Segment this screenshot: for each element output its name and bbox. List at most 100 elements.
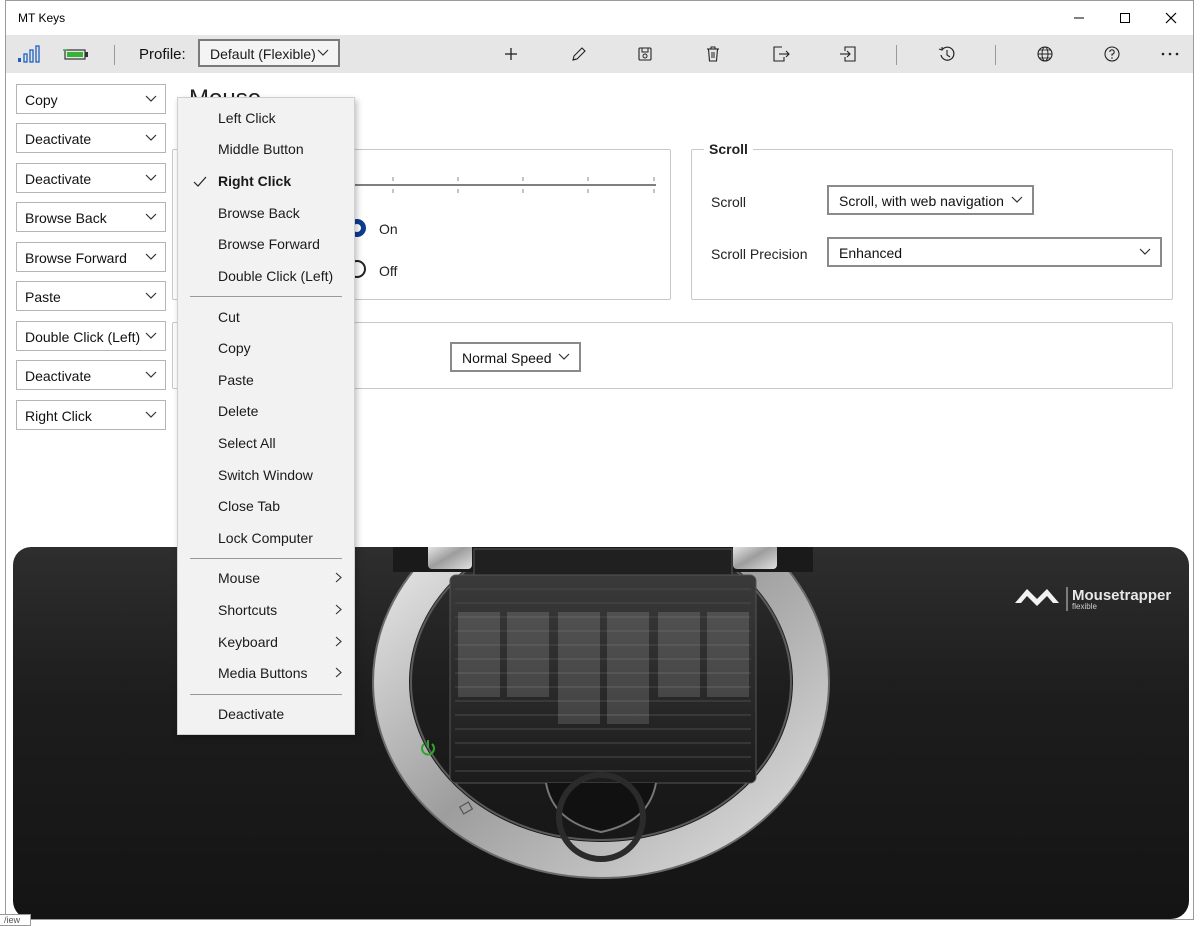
menu-item-keyboard-submenu[interactable]: Keyboard xyxy=(178,627,354,657)
speed-value: Normal Speed xyxy=(462,350,552,366)
button-5-value: Browse Forward xyxy=(25,250,127,266)
menu-item-label: Switch Window xyxy=(218,467,313,483)
menu-item-label: Cut xyxy=(218,309,240,325)
globe-icon xyxy=(1037,46,1053,62)
button-1-value: Copy xyxy=(25,92,58,108)
minimize-button[interactable] xyxy=(1056,1,1102,35)
menu-item-label: Keyboard xyxy=(218,634,278,650)
scroll-precision-dropdown[interactable]: Enhanced xyxy=(827,237,1162,267)
menu-item-close-tab[interactable]: Close Tab xyxy=(178,491,354,521)
menu-item-switch-window[interactable]: Switch Window xyxy=(178,460,354,490)
radio-off-label: Off xyxy=(379,263,398,279)
menu-item-cut[interactable]: Cut xyxy=(178,302,354,332)
language-button[interactable] xyxy=(1028,35,1062,73)
menu-item-delete[interactable]: Delete xyxy=(178,396,354,426)
button-6-dropdown[interactable]: Paste xyxy=(16,281,166,311)
chevron-down-icon xyxy=(145,411,157,418)
maximize-button[interactable] xyxy=(1102,1,1148,35)
menu-item-double-click-left[interactable]: Double Click (Left) xyxy=(178,261,354,291)
add-icon xyxy=(505,48,517,60)
chevron-right-icon xyxy=(335,572,342,583)
menu-item-label: Close Tab xyxy=(218,498,281,514)
menu-item-browse-forward[interactable]: Browse Forward xyxy=(178,229,354,259)
button-9-value: Right Click xyxy=(25,408,92,424)
menu-item-deactivate[interactable]: Deactivate xyxy=(178,699,354,729)
chevron-down-icon xyxy=(145,253,157,260)
menu-item-mouse-submenu[interactable]: Mouse xyxy=(178,563,354,593)
menu-item-label: Copy xyxy=(218,340,251,356)
menu-item-label: Delete xyxy=(218,403,259,419)
button-7-dropdown[interactable]: Double Click (Left) xyxy=(16,321,166,351)
button-8-dropdown[interactable]: Deactivate xyxy=(16,360,166,390)
battery-icon xyxy=(63,49,88,60)
button-3-dropdown[interactable]: Deactivate xyxy=(16,163,166,193)
scroll-mode-value: Scroll, with web navigation xyxy=(839,193,1004,209)
button-4-dropdown[interactable]: Browse Back xyxy=(16,202,166,232)
button-5-dropdown[interactable]: Browse Forward xyxy=(16,242,166,272)
add-profile-button[interactable] xyxy=(494,35,528,73)
pointer-speed-slider[interactable] xyxy=(346,173,666,197)
history-button[interactable] xyxy=(930,35,964,73)
menu-item-lock-computer[interactable]: Lock Computer xyxy=(178,523,354,553)
menu-item-media-buttons-submenu[interactable]: Media Buttons xyxy=(178,658,354,688)
action-context-menu: Left Click Middle Button Right Click Bro… xyxy=(177,97,355,735)
history-icon xyxy=(938,46,955,61)
menu-item-browse-back[interactable]: Browse Back xyxy=(178,198,354,228)
button-7-value: Double Click (Left) xyxy=(25,329,141,345)
menu-item-shortcuts-submenu[interactable]: Shortcuts xyxy=(178,595,354,625)
chevron-down-icon xyxy=(317,49,329,56)
button-9-dropdown[interactable]: Right Click xyxy=(16,400,166,430)
chevron-down-icon xyxy=(145,371,157,378)
window-title: MT Keys xyxy=(18,11,66,25)
more-options-button[interactable] xyxy=(1153,35,1187,73)
button-3-value: Deactivate xyxy=(25,171,92,187)
toolbar: Profile: Default (Flexible) xyxy=(6,35,1193,73)
chevron-down-icon xyxy=(145,134,157,141)
signal-icon xyxy=(18,45,40,63)
menu-separator xyxy=(190,296,342,297)
close-icon xyxy=(1165,12,1177,24)
menu-item-label: Lock Computer xyxy=(218,530,313,546)
more-icon xyxy=(1161,52,1179,56)
save-profile-button[interactable] xyxy=(628,35,662,73)
brand-subtitle: flexible xyxy=(1072,602,1097,611)
toolbar-separator xyxy=(114,45,115,65)
menu-item-copy[interactable]: Copy xyxy=(178,333,354,363)
profile-value: Default (Flexible) xyxy=(210,46,316,62)
toolbar-separator xyxy=(995,45,996,65)
menu-item-label: Mouse xyxy=(218,570,261,586)
scroll-precision-label: Scroll Precision xyxy=(711,246,808,262)
edit-icon xyxy=(572,47,586,61)
profile-dropdown[interactable]: Default (Flexible) xyxy=(198,39,340,67)
menu-item-right-click[interactable]: Right Click xyxy=(178,166,354,196)
import-profile-button[interactable] xyxy=(831,35,865,73)
chevron-down-icon xyxy=(145,174,157,181)
menu-item-label: Select All xyxy=(218,435,276,451)
scroll-group xyxy=(691,149,1173,300)
delete-profile-button[interactable] xyxy=(696,35,730,73)
help-icon xyxy=(1104,46,1120,62)
menu-item-select-all[interactable]: Select All xyxy=(178,428,354,458)
maximize-icon xyxy=(1120,13,1130,23)
app-window: MT Keys Profile: Default (Flexible) Copy… xyxy=(5,0,1194,920)
menu-item-left-click[interactable]: Left Click xyxy=(178,103,354,133)
scroll-precision-value: Enhanced xyxy=(839,245,903,261)
toolbar-separator xyxy=(896,45,897,65)
help-button[interactable] xyxy=(1095,35,1129,73)
edit-profile-button[interactable] xyxy=(562,35,596,73)
speed-dropdown[interactable]: Normal Speed xyxy=(450,342,581,372)
scroll-label: Scroll xyxy=(711,194,747,210)
chevron-right-icon xyxy=(335,604,342,615)
close-button[interactable] xyxy=(1148,1,1193,35)
menu-item-middle-button[interactable]: Middle Button xyxy=(178,134,354,164)
menu-item-label: Shortcuts xyxy=(218,602,278,618)
chevron-down-icon xyxy=(145,213,157,220)
menu-item-paste[interactable]: Paste xyxy=(178,365,354,395)
delete-icon xyxy=(707,46,719,62)
button-2-dropdown[interactable]: Deactivate xyxy=(16,123,166,153)
button-1-dropdown[interactable]: Copy xyxy=(16,84,166,114)
profile-label: Profile: xyxy=(139,46,186,63)
scroll-mode-dropdown[interactable]: Scroll, with web navigation xyxy=(827,185,1034,215)
save-icon xyxy=(638,47,652,61)
export-profile-button[interactable] xyxy=(764,35,798,73)
